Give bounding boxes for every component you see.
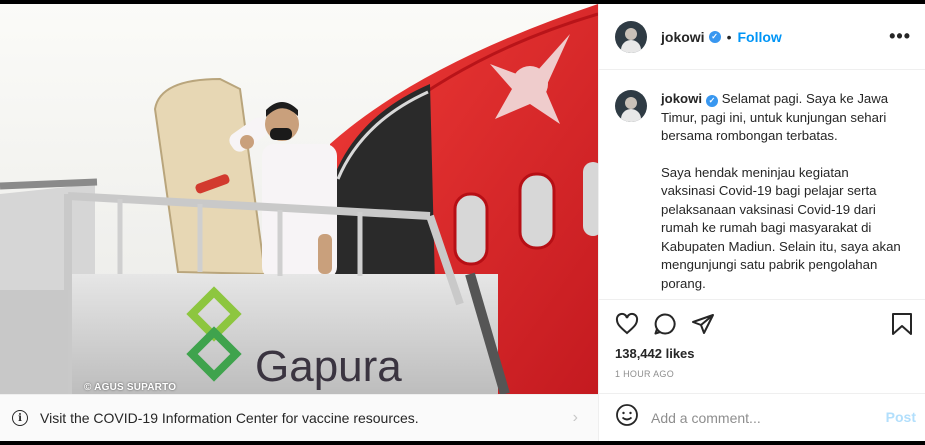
post-photo[interactable]: Gapura © AGUS SUPARTO [0,4,598,394]
post-side-panel: jokowi ✓ • Follow ••• jokowi ✓ Selamat pa… [598,4,925,441]
separator-dot: • [726,28,732,45]
instagram-post-view: Gapura © AGUS SUPARTO i Visit the COVID-… [0,0,925,445]
more-options-icon[interactable]: ••• [889,26,911,47]
post-comment-button[interactable]: Post [886,409,916,425]
post-timestamp[interactable]: 1 HOUR AGO [599,369,925,379]
caption-paragraph-1: jokowi ✓ Selamat pagi. Saya ke Jawa Timur… [661,90,901,146]
info-icon: i [12,410,28,426]
caption-text-2: Saya hendak meninjau kegiatan vaksinasi … [661,164,901,291]
username-link[interactable]: jokowi [661,29,705,45]
caption: jokowi ✓ Selamat pagi. Saya ke Jawa Timur… [661,90,901,299]
post-header: jokowi ✓ • Follow ••• [599,4,925,70]
gapura-sign-text: Gapura [255,342,402,391]
bookmark-icon[interactable] [891,312,913,341]
chevron-right-icon[interactable]: › [573,409,578,427]
follow-button[interactable]: Follow [737,29,781,45]
bottom-border [0,441,925,445]
caption-verified-badge-icon: ✓ [706,95,719,108]
comment-icon[interactable] [653,312,677,336]
caption-paragraph-2: Saya hendak meninjau kegiatan vaksinasi … [661,164,901,294]
emoji-icon[interactable] [615,403,639,432]
photo-illustration: Gapura [0,4,598,394]
covid-info-banner[interactable]: i Visit the COVID-19 Information Center … [0,394,598,441]
avatar[interactable] [615,20,647,53]
caption-username-link[interactable]: jokowi [661,91,702,106]
covid-banner-text: Visit the COVID-19 Information Center fo… [40,410,419,426]
heart-icon[interactable] [615,312,639,336]
share-icon[interactable] [691,312,715,336]
caption-avatar[interactable] [615,90,647,122]
action-bar [599,300,925,348]
likes-count[interactable]: 138,442 likes [599,346,925,361]
verified-badge-icon: ✓ [708,30,721,43]
comment-input[interactable] [651,409,861,426]
photo-credit: © AGUS SUPARTO [84,382,177,393]
comment-bar: Post [599,393,925,441]
caption-area: jokowi ✓ Selamat pagi. Saya ke Jawa Timur… [599,70,925,300]
